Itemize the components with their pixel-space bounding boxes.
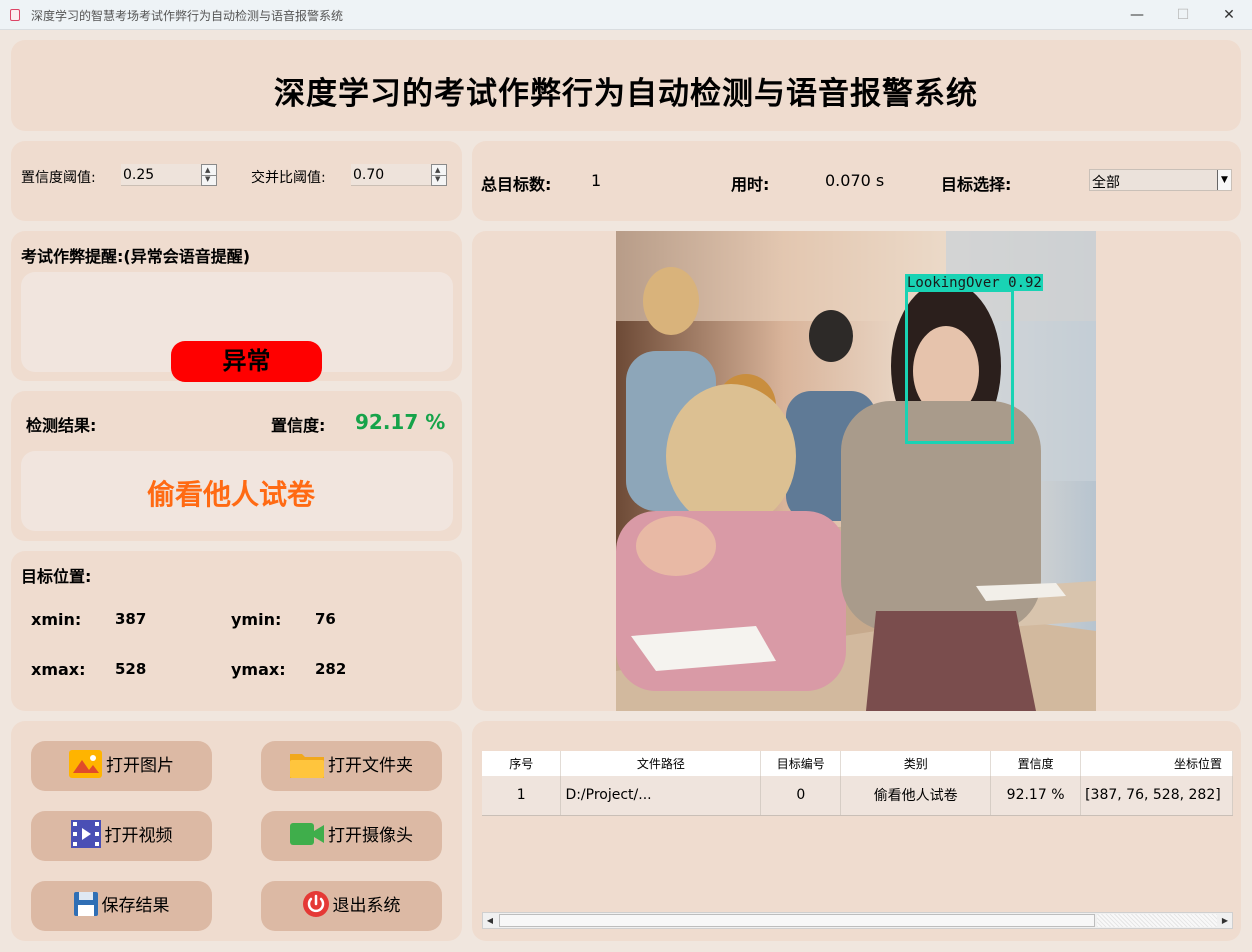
save-label: 保存结果 <box>101 896 170 916</box>
chevron-down-icon[interactable]: ▼ <box>1217 170 1231 190</box>
exit-label: 退出系统 <box>332 896 401 916</box>
camera-icon <box>290 823 324 845</box>
stats-panel: 总目标数: 1 用时: 0.070 s 目标选择: 全部 ▼ <box>472 141 1241 221</box>
col-target-id[interactable]: 目标编号 <box>760 751 842 776</box>
video-icon <box>70 820 101 848</box>
cell-coordinates[interactable]: [387, 76, 528, 282] <box>1080 776 1233 816</box>
elapsed-time-value: 0.070 s <box>825 171 885 190</box>
results-panel: 序号 文件路径 目标编号 类别 置信度 坐标位置 1 D:/Project/..… <box>472 721 1241 941</box>
xmin-value: 387 <box>115 610 147 628</box>
exit-button[interactable]: 退出系统 <box>261 881 442 931</box>
results-table: 序号 文件路径 目标编号 类别 置信度 坐标位置 1 D:/Project/..… <box>482 751 1233 816</box>
open-camera-label: 打开摄像头 <box>328 826 413 846</box>
params-panel: 置信度阈值: 0.25 ▲ ▼ 交并比阈值: 0.70 ▲ ▼ <box>11 141 462 221</box>
ymax-label: ymax: <box>231 660 286 679</box>
folder-icon <box>290 754 324 778</box>
cell-index[interactable]: 1 <box>482 776 562 816</box>
save-button[interactable]: 保存结果 <box>31 881 212 931</box>
power-icon <box>302 891 329 917</box>
target-select-label: 目标选择: <box>941 175 1012 194</box>
confidence-label: 置信度: <box>271 416 326 435</box>
scroll-right-icon[interactable]: ▶ <box>1218 913 1232 928</box>
ymin-label: ymin: <box>231 610 282 629</box>
xmax-label: xmax: <box>31 660 86 679</box>
open-video-button[interactable]: 打开视频 <box>31 811 212 861</box>
conf-threshold-label: 置信度阈值: <box>21 170 96 186</box>
open-folder-label: 打开文件夹 <box>328 756 413 776</box>
cell-target-id[interactable]: 0 <box>760 776 842 816</box>
image-icon <box>69 750 102 778</box>
table-row[interactable]: 1 D:/Project/... 0 偷看他人试卷 92.17 % [387, … <box>482 776 1233 816</box>
open-camera-button[interactable]: 打开摄像头 <box>261 811 442 861</box>
total-targets-value: 1 <box>591 171 602 190</box>
col-class[interactable]: 类别 <box>840 751 992 776</box>
spin-down-icon[interactable]: ▼ <box>205 176 210 183</box>
conf-threshold-spinbox[interactable]: 0.25 ▲ ▼ <box>121 164 217 186</box>
status-badge: 异常 <box>171 341 322 382</box>
open-folder-button[interactable]: 打开文件夹 <box>261 741 442 791</box>
cell-confidence[interactable]: 92.17 % <box>990 776 1082 816</box>
result-panel: 检测结果: 置信度: 92.17 % 偷看他人试卷 <box>11 391 462 541</box>
result-class: 偷看他人试卷 <box>146 478 315 511</box>
detection-label: LookingOver 0.92 <box>907 275 1042 291</box>
alert-panel: 考试作弊提醒:(异常会语音提醒) 异常 <box>11 231 462 382</box>
position-title: 目标位置: <box>21 567 92 586</box>
col-file-path[interactable]: 文件路径 <box>560 751 762 776</box>
result-box: 偷看他人试卷 <box>21 451 453 531</box>
save-icon <box>73 892 98 916</box>
alert-title: 考试作弊提醒:(异常会语音提醒) <box>21 247 251 266</box>
classroom-photo: LookingOver 0.92 <box>616 231 1096 711</box>
window-title: 深度学习的智慧考场考试作弊行为自动检测与语音报警系统 <box>31 9 344 23</box>
target-select-value: 全部 <box>1092 175 1120 191</box>
col-confidence[interactable]: 置信度 <box>990 751 1082 776</box>
col-index[interactable]: 序号 <box>482 751 562 776</box>
open-image-button[interactable]: 打开图片 <box>31 741 212 791</box>
confidence-value: 92.17 % <box>355 410 446 434</box>
conf-threshold-value: 0.25 <box>123 167 155 183</box>
iou-threshold-label: 交并比阈值: <box>251 170 326 186</box>
horizontal-scrollbar[interactable]: ◀ ▶ <box>482 912 1233 929</box>
iou-threshold-spinbox[interactable]: 0.70 ▲ ▼ <box>351 164 447 186</box>
spin-down-icon[interactable]: ▼ <box>435 176 440 183</box>
page-title: 深度学习的考试作弊行为自动检测与语音报警系统 <box>274 76 978 112</box>
scrollbar-thumb[interactable] <box>499 914 1095 927</box>
cell-file-path[interactable]: D:/Project/... <box>560 776 762 816</box>
app-icon <box>10 9 20 21</box>
result-label: 检测结果: <box>26 416 97 435</box>
scroll-left-icon[interactable]: ◀ <box>483 913 497 928</box>
elapsed-time-label: 用时: <box>731 175 770 194</box>
ymax-value: 282 <box>315 660 347 678</box>
spin-up-icon[interactable]: ▲ <box>435 167 440 174</box>
detection-image: LookingOver 0.92 <box>616 231 1096 711</box>
xmin-label: xmin: <box>31 610 82 629</box>
minimize-button[interactable]: — <box>1114 0 1160 30</box>
table-header-row: 序号 文件路径 目标编号 类别 置信度 坐标位置 <box>482 751 1233 776</box>
buttons-panel: 打开图片 打开文件夹 打开视频 打开摄像头 保存结果 退出系统 <box>11 721 462 941</box>
close-button[interactable]: ✕ <box>1206 0 1252 30</box>
ymin-value: 76 <box>315 610 336 628</box>
spin-up-icon[interactable]: ▲ <box>205 167 210 174</box>
cell-class[interactable]: 偷看他人试卷 <box>840 776 992 816</box>
alert-box: 异常 <box>21 272 453 382</box>
position-panel: 目标位置: xmin: 387 ymin: 76 xmax: 528 ymax:… <box>11 551 462 711</box>
header-panel: 深度学习的考试作弊行为自动检测与语音报警系统 <box>11 40 1241 131</box>
maximize-button[interactable]: ☐ <box>1160 0 1206 30</box>
open-image-label: 打开图片 <box>106 756 174 776</box>
window-titlebar: 深度学习的智慧考场考试作弊行为自动检测与语音报警系统 — ☐ ✕ <box>0 0 1252 30</box>
xmax-value: 528 <box>115 660 147 678</box>
open-video-label: 打开视频 <box>104 826 173 846</box>
spin-arrows[interactable]: ▲ ▼ <box>431 164 447 186</box>
total-targets-label: 总目标数: <box>481 175 552 194</box>
col-coordinates[interactable]: 坐标位置 <box>1080 751 1233 776</box>
target-select-dropdown[interactable]: 全部 ▼ <box>1089 169 1232 191</box>
iou-threshold-value: 0.70 <box>353 167 385 183</box>
spin-arrows[interactable]: ▲ ▼ <box>201 164 217 186</box>
